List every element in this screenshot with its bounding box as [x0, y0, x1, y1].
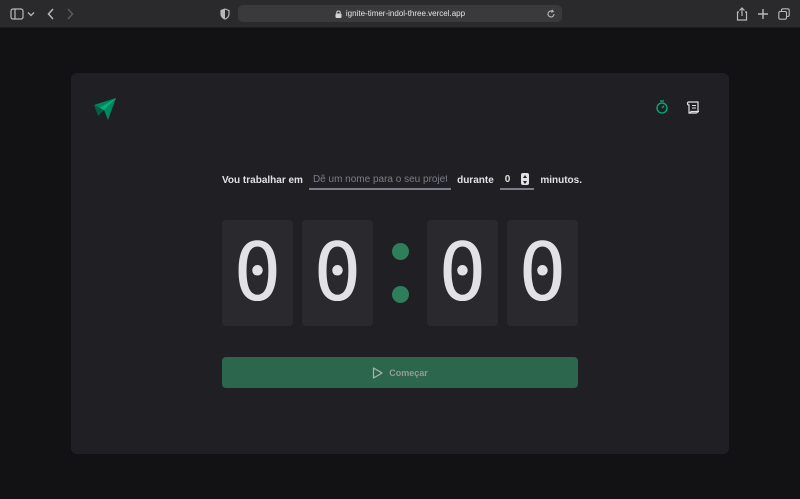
start-button[interactable]: Começar — [222, 357, 578, 388]
timer-card: Vou trabalhar em durante 0 minutos. 0 0 … — [71, 73, 729, 454]
start-button-label: Começar — [389, 367, 428, 378]
ignite-logo-icon[interactable] — [93, 97, 117, 121]
back-arrow-icon[interactable] — [45, 6, 57, 22]
share-icon[interactable] — [736, 6, 748, 22]
chevron-down-icon[interactable] — [27, 6, 35, 22]
url-text: ignite-timer-indol-three.vercel.app — [345, 9, 466, 18]
address-bar[interactable]: ignite-timer-indol-three.vercel.app — [238, 5, 562, 22]
separator-dot — [391, 243, 409, 260]
minutes-stepper[interactable]: 0 — [499, 170, 535, 190]
separator-dot — [391, 286, 409, 303]
task-input[interactable] — [308, 170, 452, 190]
reload-icon[interactable] — [546, 6, 556, 24]
browser-toolbar: ignite-timer-indol-three.vercel.app — [0, 0, 800, 28]
minutes-tens-digit: 0 — [222, 220, 293, 326]
sidebar-toggle-icon[interactable] — [10, 6, 24, 22]
lock-icon — [335, 10, 342, 18]
scroll-icon[interactable] — [686, 100, 700, 114]
during-label: durante — [457, 174, 494, 186]
tab-overview-icon[interactable] — [778, 6, 790, 22]
seconds-tens-digit: 0 — [427, 220, 498, 326]
minutes-ones-digit: 0 — [302, 220, 373, 326]
new-tab-plus-icon[interactable] — [757, 6, 769, 22]
spin-arrows-icon[interactable] — [521, 173, 530, 185]
task-form: Vou trabalhar em durante 0 minutos. — [222, 168, 582, 192]
seconds-ones-digit: 0 — [507, 220, 578, 326]
forward-arrow-icon[interactable] — [64, 6, 76, 22]
minutes-label: minutos. — [540, 174, 582, 186]
task-label: Vou trabalhar em — [222, 174, 303, 186]
countdown-display: 0 0 0 0 — [222, 220, 578, 326]
minutes-value: 0 — [504, 173, 511, 185]
timer-icon[interactable] — [655, 100, 669, 114]
time-separator — [382, 220, 418, 326]
play-icon — [373, 366, 383, 379]
privacy-shield-icon[interactable] — [219, 6, 231, 22]
app-page: Vou trabalhar em durante 0 minutos. 0 0 … — [0, 29, 800, 499]
